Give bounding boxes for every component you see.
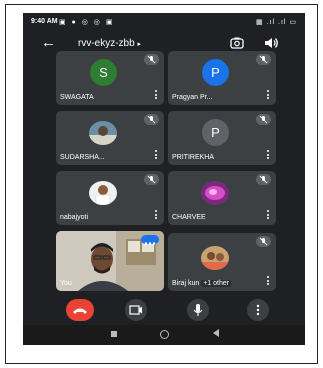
- microphone-button[interactable]: [187, 299, 209, 321]
- participant-avatar: P: [202, 119, 229, 146]
- participant-name: PRITIREKHA: [172, 154, 215, 161]
- participant-avatar: S: [90, 59, 117, 86]
- participant-name: SUDARSHA...: [60, 154, 105, 161]
- speaking-indicator-icon: [141, 235, 159, 245]
- participant-tile[interactable]: nabajyoti: [56, 171, 164, 225]
- participant-photo: [201, 181, 229, 205]
- back-arrow-icon[interactable]: ←: [41, 34, 56, 52]
- participant-tile[interactable]: P Pragyan Pr...: [168, 51, 276, 105]
- participant-tile[interactable]: CHARVEE: [168, 171, 276, 225]
- home-icon[interactable]: [160, 330, 169, 339]
- participant-name: You: [60, 280, 72, 287]
- more-options-icon[interactable]: [267, 150, 270, 161]
- participant-tile[interactable]: SUDARSHA...: [56, 111, 164, 165]
- participant-name: nabajyoti: [60, 214, 89, 221]
- android-navigation-bar: [23, 325, 305, 345]
- participant-avatar: P: [202, 59, 229, 86]
- participant-tile[interactable]: S SWAGATA: [56, 51, 164, 105]
- meeting-code-title[interactable]: rvv-ekyz-zbb ▸: [78, 38, 141, 49]
- muted-mic-icon: [256, 114, 271, 125]
- phone-screen: 9:40 AM ▣ ● ◎ ◎ ▣ ▦ .ıl .ıl ▭ ← rvv-ekyz…: [23, 13, 305, 345]
- participant-name-text: Biraj kun: [172, 280, 200, 287]
- self-video-tile[interactable]: You: [56, 231, 164, 291]
- extra-participants-label: +1 other: [201, 280, 232, 287]
- participant-name: Pragyan Pr...: [172, 94, 213, 101]
- more-options-button[interactable]: [247, 299, 269, 321]
- more-options-icon[interactable]: [155, 90, 158, 101]
- more-options-icon[interactable]: [267, 90, 270, 101]
- muted-mic-icon: [256, 174, 271, 185]
- participant-name: SWAGATA: [60, 94, 94, 101]
- participant-tile[interactable]: Biraj kun +1 other: [168, 233, 276, 291]
- participant-name: Biraj kun +1 other: [172, 280, 232, 287]
- status-bar: 9:40 AM ▣ ● ◎ ◎ ▣ ▦ .ıl .ıl ▭: [23, 13, 305, 31]
- camera-toggle-button[interactable]: [125, 299, 147, 321]
- more-options-icon[interactable]: [155, 210, 158, 221]
- recents-icon[interactable]: [111, 331, 117, 337]
- more-options-icon[interactable]: [267, 210, 270, 221]
- back-nav-icon[interactable]: [213, 329, 219, 337]
- more-options-icon[interactable]: [155, 150, 158, 161]
- muted-mic-icon: [256, 54, 271, 65]
- muted-mic-icon: [144, 174, 159, 185]
- meeting-code-chevron: ▸: [137, 41, 141, 48]
- more-options-icon[interactable]: [267, 276, 270, 287]
- muted-mic-icon: [144, 54, 159, 65]
- muted-mic-icon: [256, 236, 271, 247]
- participant-photo: [89, 121, 117, 145]
- status-time: 9:40 AM: [31, 18, 58, 25]
- notification-icons: ▣ ● ◎ ◎ ▣: [59, 19, 115, 26]
- participant-name: CHARVEE: [172, 214, 206, 221]
- muted-mic-icon: [144, 114, 159, 125]
- participant-photo: [201, 246, 229, 270]
- meeting-code: rvv-ekyz-zbb: [78, 38, 135, 49]
- participant-photo: [89, 181, 117, 205]
- participant-tile[interactable]: P PRITIREKHA: [168, 111, 276, 165]
- end-call-button[interactable]: [66, 299, 94, 321]
- signal-battery-icons: ▦ .ıl .ıl ▭: [256, 19, 297, 26]
